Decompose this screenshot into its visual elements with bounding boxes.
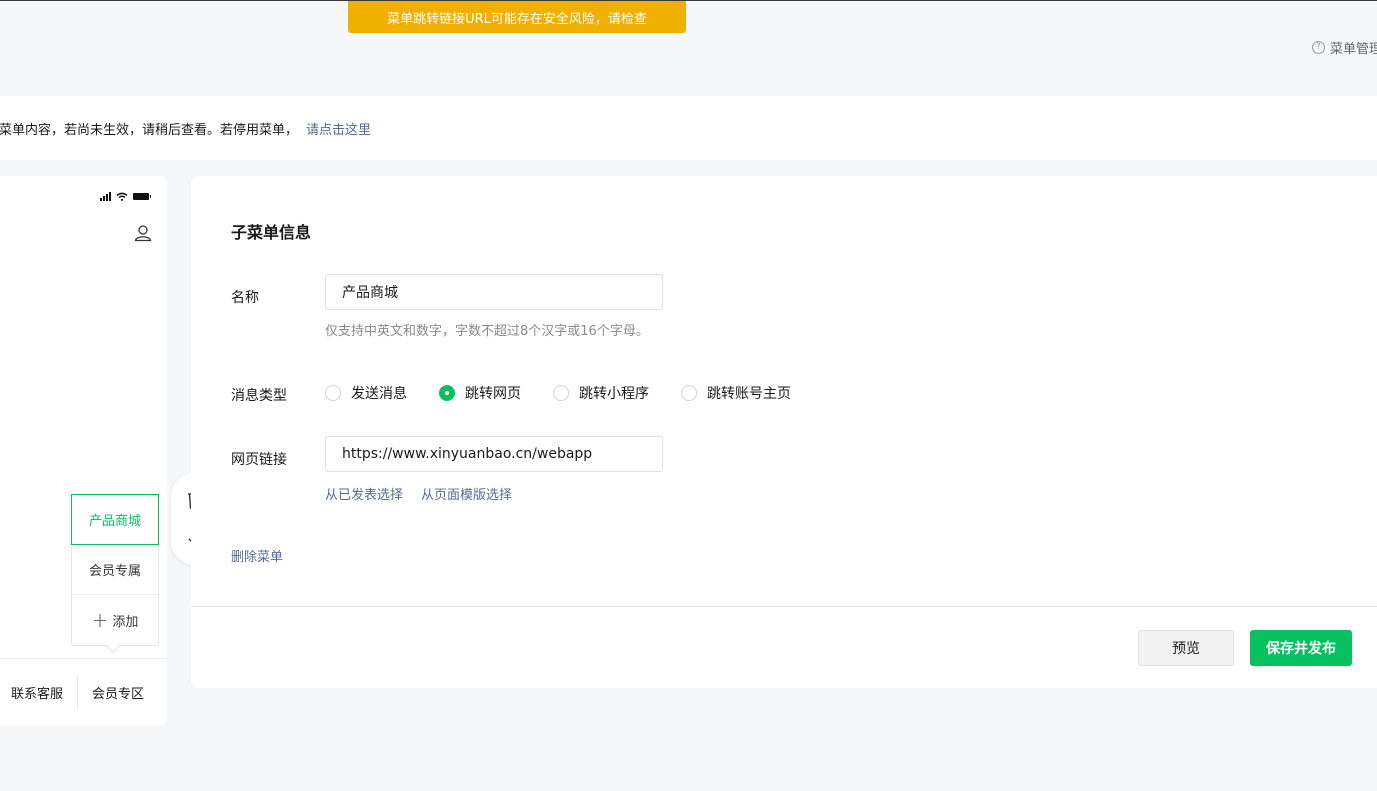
- radio-label: 跳转网页: [465, 386, 521, 402]
- select-from-published-link[interactable]: 从已发表选择: [325, 484, 403, 503]
- name-input[interactable]: 产品商城: [325, 274, 663, 310]
- add-label: 添加: [112, 614, 139, 630]
- delete-menu-link[interactable]: 删除菜单: [231, 546, 283, 565]
- message-type-label: 消息类型: [231, 388, 287, 404]
- select-from-template-link[interactable]: 从页面模版选择: [421, 484, 512, 503]
- radio-circle: [325, 385, 341, 401]
- disable-menu-link[interactable]: 请点击这里: [306, 119, 371, 138]
- submenu-label: 产品商城: [88, 514, 141, 529]
- submenu-item-product-mall[interactable]: 产品商城: [71, 494, 159, 545]
- radio-label: 发送消息: [351, 386, 407, 402]
- radio-jump-webpage[interactable]: 跳转网页: [439, 383, 521, 403]
- link-source-options: 从已发表选择 从页面模版选择: [325, 484, 512, 503]
- footer-divider: [191, 606, 1377, 607]
- bottom-menu-divider: [77, 676, 79, 709]
- radio-send-message[interactable]: 发送消息: [325, 383, 407, 403]
- submenu-item-member-exclusive[interactable]: 会员专属: [72, 545, 158, 595]
- phone-preview: 产品商城 会员专属 + 添加 联系客服 会员专区: [0, 176, 167, 726]
- webpage-link-label: 网页链接: [231, 452, 287, 468]
- wifi-icon: [116, 192, 128, 201]
- name-label: 名称: [231, 290, 259, 306]
- message-type-radio-group: 发送消息 跳转网页 跳转小程序 跳转账号主页: [325, 383, 823, 403]
- radio-circle: [681, 385, 697, 401]
- user-profile-icon[interactable]: [134, 224, 152, 242]
- signal-icon: [100, 191, 111, 201]
- phone-bottom-menu: 联系客服 会员专区: [0, 658, 167, 726]
- save-and-publish-button[interactable]: 保存并发布: [1250, 630, 1352, 666]
- radio-jump-account-home[interactable]: 跳转账号主页: [681, 383, 791, 403]
- url-risk-warning-banner: 菜单跳转链接URL可能存在安全风险，请检查: [348, 1, 686, 33]
- warning-text: 菜单跳转链接URL可能存在安全风险，请检查: [387, 11, 647, 27]
- webpage-url-input[interactable]: https://www.xinyuanbao.cn/webapp: [325, 436, 663, 472]
- bottom-menu-item-member-zone[interactable]: 会员专区: [92, 683, 144, 702]
- submenu-label: 会员专属: [88, 564, 141, 579]
- bottom-menu-item-contact-service[interactable]: 联系客服: [11, 683, 63, 702]
- battery-icon: [133, 193, 151, 200]
- radio-label: 跳转小程序: [579, 386, 649, 402]
- menu-notice-bar: 请菜单内容，若尚未生效，请稍后查看。若停用菜单， 请点击这里: [0, 96, 1377, 160]
- question-circle-icon: ?: [1312, 40, 1325, 54]
- radio-circle-checked: [439, 385, 455, 401]
- preview-button[interactable]: 预览: [1138, 630, 1234, 666]
- notice-text: 请菜单内容，若尚未生效，请稍后查看。若停用菜单，: [0, 122, 299, 138]
- section-title: 子菜单信息: [231, 223, 312, 242]
- menu-management-help-link[interactable]: ? 菜单管理: [1312, 38, 1377, 57]
- help-text: 菜单管理: [1330, 41, 1377, 57]
- submenu-popover: 产品商城 会员专属 + 添加: [71, 494, 159, 654]
- plus-icon: +: [91, 608, 109, 632]
- phone-status-bar: [100, 191, 151, 201]
- top-border: [0, 0, 1377, 1]
- radio-jump-miniprogram[interactable]: 跳转小程序: [553, 383, 649, 403]
- radio-label: 跳转账号主页: [707, 386, 791, 402]
- name-hint: 仅支持中英文和数字，字数不超过8个汉字或16个字母。: [325, 324, 649, 339]
- submenu-info-panel: 子菜单信息 名称 产品商城 仅支持中英文和数字，字数不超过8个汉字或16个字母。…: [191, 176, 1377, 688]
- add-submenu-button[interactable]: + 添加: [72, 595, 158, 645]
- radio-circle: [553, 385, 569, 401]
